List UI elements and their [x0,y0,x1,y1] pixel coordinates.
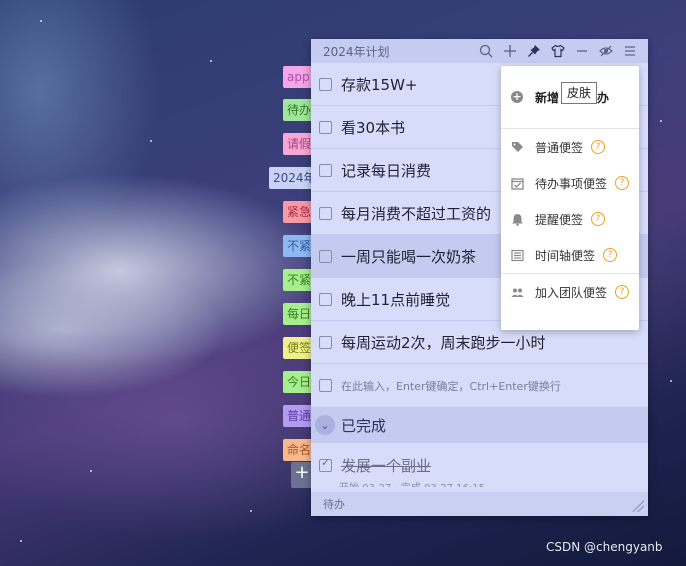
completed-list: 发展一个副业开始 03-27 · 完成 03-27 16:15 [311,443,648,487]
panel-header[interactable]: 2024年计划 [311,39,648,63]
star [250,510,252,512]
todo-text: 记录每日消费 [341,161,432,180]
menu-item[interactable]: 提醒便签? [501,201,639,237]
todo-text: 每月消费不超过工资的 [341,204,492,223]
tag-icon [511,141,524,154]
todo-text: 每周运动2次，周末跑步一小时 [341,333,546,352]
completed-section-label: 已完成 [341,416,387,435]
menu-items: 普通便签? 待办事项便签? 提醒便签? 时间轴便签? [501,129,639,273]
add-icon[interactable] [498,41,522,61]
skin-icon[interactable] [546,41,570,61]
checkbox [319,379,332,392]
menu-item-label: 时间轴便签 [535,248,596,263]
menu-item-team[interactable]: 加入团队便签 ? [501,274,639,310]
pin-icon[interactable] [522,41,546,61]
help-icon[interactable]: ? [615,285,630,299]
team-icon [511,286,524,299]
todo-checkbox[interactable] [319,77,332,91]
menu-item[interactable]: 时间轴便签? [501,237,639,273]
add-note-menu: + 新增 办 普通便签? 待办事项便签? 提醒便签? 时间轴便签? 加入团队便签 ? [501,66,639,330]
todo-checkbox[interactable] [319,292,332,306]
star [670,380,672,382]
menu-item[interactable]: 待办事项便签? [501,165,639,201]
bell-icon [511,213,524,226]
skin-tooltip: 皮肤 [561,82,598,104]
todo-checkbox[interactable] [319,163,332,177]
star [210,60,212,62]
menu-item[interactable]: 普通便签? [501,129,639,165]
completed-item[interactable]: 发展一个副业开始 03-27 · 完成 03-27 16:15 [311,443,648,487]
panel-footer: 待办 [311,492,648,516]
add-note-button[interactable]: + [291,462,313,488]
panel-title: 2024年计划 [323,44,390,59]
minimize-icon[interactable] [570,41,594,61]
completed-section-header[interactable]: ⌄ 已完成 [311,407,648,443]
todo-checkbox[interactable] [319,249,332,263]
watermark: CSDN @chengyanb [546,540,663,554]
star [660,120,662,122]
menu-item-label: 待办事项便签 [535,176,608,191]
todo-text: 一周只能喝一次奶茶 [341,247,477,266]
star [150,140,152,142]
help-icon[interactable]: ? [591,212,606,226]
hide-icon[interactable] [594,41,618,61]
resize-grip-icon[interactable] [632,500,644,512]
menu-item-label: 加入团队便签 [535,285,608,300]
star [40,20,42,22]
menu-icon[interactable] [618,41,642,61]
search-icon[interactable] [474,41,498,61]
completed-checkbox[interactable] [319,456,332,472]
help-icon[interactable]: ? [591,140,606,154]
completed-meta: 开始 03-27 · 完成 03-27 16:15 [339,479,485,487]
add-circle-icon: + [511,90,523,103]
footer-label: 待办 [323,498,345,511]
chevron-down-icon[interactable]: ⌄ [315,415,335,435]
help-icon[interactable]: ? [615,176,630,190]
todo-checkbox[interactable] [319,120,332,134]
timeline-icon [511,249,524,262]
menu-item-label: 普通便签 [535,140,584,155]
todo-text: 存款15W+ [341,75,418,94]
todo-text: 看30本书 [341,118,406,137]
menu-new-label-tail: 办 [597,90,610,105]
todo-checkbox[interactable] [319,206,332,220]
completed-text: 发展一个副业 [341,456,432,475]
menu-new-label: 新增 [535,90,560,105]
todo-text: 晚上11点前睡觉 [341,290,451,309]
new-todo-placeholder: 在此输入，Enter键确定，Ctrl+Enter键换行 [341,379,561,393]
todo-checkbox[interactable] [319,335,332,349]
help-icon[interactable]: ? [603,248,618,262]
new-todo-input[interactable]: 在此输入，Enter键确定，Ctrl+Enter键换行 [311,364,648,407]
menu-item-label: 提醒便签 [535,212,584,227]
calendar-check-icon [511,177,524,190]
star [90,470,92,472]
star [20,540,22,542]
